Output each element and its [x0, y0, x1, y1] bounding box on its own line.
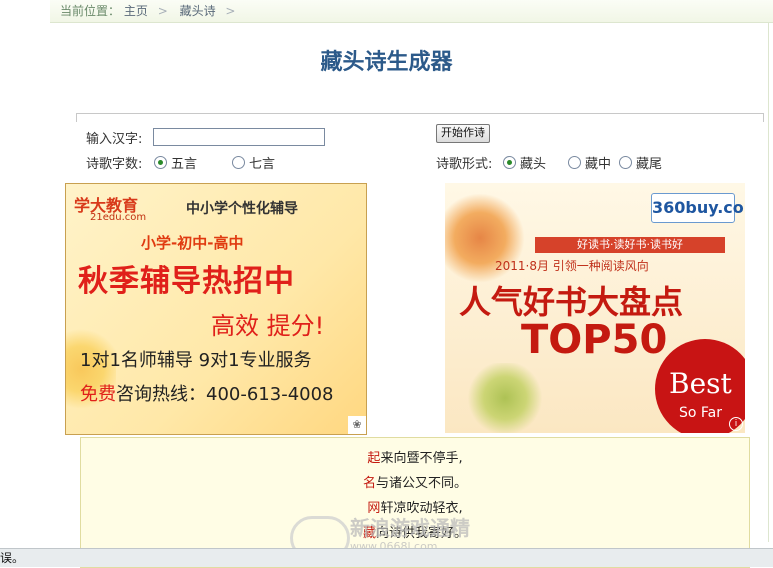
badge-best-text: Best	[669, 367, 732, 400]
poem-line-text: 来向暨不停手,	[380, 451, 463, 466]
poem-line: 名与诸公又不同。	[81, 472, 749, 491]
ad-banner-right[interactable]: 360buy.com 好读书·读好书·读书好 2011·8月 引领一种阅读风向 …	[445, 183, 745, 433]
radio-icon[interactable]	[232, 156, 245, 169]
ad-hotline: 免费咨询热线：400-613-4008	[80, 380, 334, 406]
form-option-head[interactable]: 藏头	[503, 153, 546, 172]
start-poem-button[interactable]: 开始作诗	[436, 124, 490, 143]
count-option-seven[interactable]: 七言	[232, 153, 275, 172]
form-option-middle[interactable]: 藏中	[568, 153, 611, 172]
poem-head-char: 起	[367, 451, 381, 466]
ad-services: 1对1名师辅导 9对1专业服务	[80, 350, 312, 371]
breadcrumb-separator: >	[157, 4, 168, 18]
ad-tagpill: 高效 提分!	[211, 312, 325, 340]
breadcrumb-current[interactable]: 藏头诗	[180, 0, 216, 22]
radio-icon[interactable]	[619, 156, 632, 169]
ad-hotline-free: 免费	[80, 384, 116, 405]
count-option-label: 五言	[171, 157, 198, 172]
count-option-label: 七言	[249, 157, 276, 172]
count-label: 诗歌字数:	[86, 157, 143, 172]
form-label: 诗歌形式:	[436, 157, 493, 172]
ad-banner-left[interactable]: 学大教育 21edu.com 中小学个性化辅导 小学-初中-高中 秋季辅导热招中…	[65, 183, 367, 435]
breadcrumb-separator: >	[225, 4, 236, 18]
badge-sofar-text: So Far	[679, 405, 723, 421]
ad-logo-url: 21edu.com	[90, 212, 147, 223]
count-option-five[interactable]: 五言	[154, 153, 197, 172]
ad-top50: TOP50	[521, 317, 668, 363]
page-title: 藏头诗生成器	[320, 49, 453, 75]
poem-line: 起来向暨不停手,	[81, 447, 749, 466]
poem-line-text: 与诸公又不同。	[376, 476, 468, 491]
form-option-label: 藏中	[585, 157, 612, 172]
green-leaf-decoration	[465, 363, 545, 433]
radio-selected-icon[interactable]	[154, 156, 167, 169]
breadcrumb-home-link[interactable]: 主页	[124, 0, 148, 22]
radio-selected-icon[interactable]	[503, 156, 516, 169]
breadcrumb: 当前位置： 主页 > 藏头诗 >	[50, 0, 773, 23]
form-option-tail[interactable]: 藏尾	[619, 153, 662, 172]
ad-ribbon: 好读书·读好书·读书好	[535, 237, 725, 253]
poem-head-char: 名	[362, 476, 376, 491]
ad-levels: 小学-初中-高中	[141, 234, 244, 252]
ad-brand-logo: 360buy.com	[651, 193, 745, 223]
paw-icon[interactable]: ❀	[348, 416, 366, 434]
status-text: 误。	[0, 551, 25, 565]
page-frame-edge	[768, 22, 773, 542]
status-bar: 误。	[0, 548, 773, 567]
watermark-text: 新浪游戏通精	[350, 516, 470, 540]
breadcrumb-label: 当前位置：	[60, 4, 121, 18]
radio-icon[interactable]	[568, 156, 581, 169]
ad-hotline-number: 咨询热线：400-613-4008	[116, 384, 334, 405]
form-panel	[76, 113, 764, 122]
chinese-chars-input[interactable]	[153, 128, 325, 146]
ad-slogan: 2011·8月 引领一种阅读风向	[495, 259, 649, 273]
ad-headline: 秋季辅导热招中	[78, 264, 295, 299]
ad-tagline: 中小学个性化辅导	[186, 201, 298, 217]
form-option-label: 藏尾	[636, 157, 663, 172]
input-label: 输入汉字:	[86, 132, 143, 147]
info-icon[interactable]: i	[729, 417, 743, 431]
form-option-label: 藏头	[520, 157, 547, 172]
